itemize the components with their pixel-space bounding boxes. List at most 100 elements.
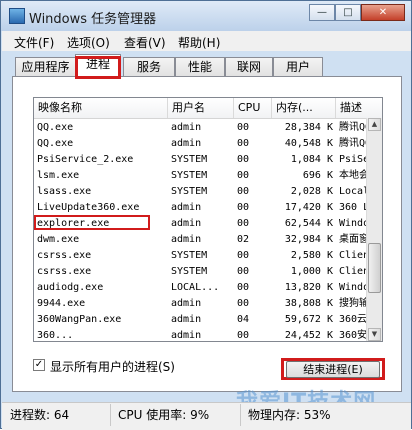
process-user: SYSTEM [171,186,208,197]
process-mem: 40,548 K [284,138,333,149]
status-divider [240,404,241,426]
tab-services[interactable]: 服务 [123,57,175,76]
list-header: 映像名称 用户名 CPU 内存(... 描述 [34,98,382,119]
process-user: admin [171,218,202,229]
process-desc: Windo [339,282,368,293]
status-physical-memory: 物理内存: 53% [248,408,331,422]
task-manager-icon [9,8,25,24]
process-cpu: 00 [237,330,250,341]
tab-networking[interactable]: 联网 [225,57,273,76]
title-bar[interactable]: Windows 任务管理器 — □ ✕ [1,1,411,31]
process-user: admin [171,138,202,149]
process-user: SYSTEM [171,266,208,277]
process-mem: 2,580 K [290,250,333,261]
process-user: admin [171,202,202,213]
process-user: SYSTEM [171,250,208,261]
process-name: PsiService_2.exe [37,154,134,165]
process-name: lsm.exe [37,170,80,181]
process-mem: 32,984 K [284,234,333,245]
process-name: csrss.exe [37,250,92,261]
show-all-users-label[interactable]: 显示所有用户的进程(S) [50,358,175,375]
column-memory[interactable]: 内存(... [272,98,336,118]
process-user: SYSTEM [171,170,208,181]
process-mem: 17,420 K [284,202,333,213]
process-desc: 本地会 [339,170,368,181]
process-row[interactable]: LiveUpdate360.exe admin 00 17,420 K 360 L [34,200,368,216]
process-cpu: 00 [237,282,250,293]
process-user: admin [171,234,202,245]
process-row[interactable]: csrss.exe SYSTEM 00 2,580 K Clien [34,248,368,264]
end-process-button[interactable]: 结束进程(E) [286,361,380,378]
status-bar: 进程数: 64 CPU 使用率: 9% 物理内存: 53% [2,402,411,430]
process-cpu: 00 [237,266,250,277]
menu-bar: 文件(F) 选项(O) 查看(V) 帮助(H) [2,31,411,51]
scroll-up-icon[interactable]: ▲ [368,118,381,131]
menu-help[interactable]: 帮助(H) [178,34,220,51]
minimize-button[interactable]: — [309,4,335,21]
process-cpu: 00 [237,122,250,133]
process-mem: 1,000 K [290,266,333,277]
process-mem: 696 K [302,170,333,181]
process-row[interactable]: 360... admin 00 24,452 K 360安 [34,328,368,341]
status-divider [110,404,111,426]
menu-view[interactable]: 查看(V) [124,34,166,51]
process-name: LiveUpdate360.exe [37,202,140,213]
process-cpu: 02 [237,234,250,245]
process-desc: 360安 [339,330,368,341]
process-row[interactable]: 9944.exe admin 00 38,808 K 搜狗输 [34,296,368,312]
column-description[interactable]: 描述 [336,98,382,118]
maximize-button[interactable]: □ [335,4,361,21]
close-button[interactable]: ✕ [361,4,405,21]
menu-file[interactable]: 文件(F) [14,34,54,51]
process-cpu: 00 [237,138,250,149]
column-cpu[interactable]: CPU [234,98,272,118]
process-name: dwm.exe [37,234,80,245]
window-title: Windows 任务管理器 [29,12,157,27]
process-row[interactable]: csrss.exe SYSTEM 00 1,000 K Clien [34,264,368,280]
process-cpu: 00 [237,186,250,197]
process-desc: 360云 [339,314,368,325]
tab-performance[interactable]: 性能 [175,57,225,76]
process-user: admin [171,298,202,309]
process-cpu: 00 [237,154,250,165]
process-row[interactable]: QQ.exe admin 00 28,384 K 腾讯QQ [34,120,368,136]
column-image-name[interactable]: 映像名称 [34,98,168,118]
process-user: admin [171,122,202,133]
process-name: QQ.exe [37,138,74,149]
process-cpu: 00 [237,170,250,181]
process-cpu: 00 [237,298,250,309]
menu-options[interactable]: 选项(O) [67,34,110,51]
process-row[interactable]: lsm.exe SYSTEM 00 696 K 本地会 [34,168,368,184]
column-user-name[interactable]: 用户名 [168,98,234,118]
process-desc: 桌面窗 [339,234,368,245]
process-row[interactable]: audiodg.exe LOCAL... 00 13,820 K Windo [34,280,368,296]
tab-applications[interactable]: 应用程序 [15,57,76,76]
process-desc: PsiSe [339,154,368,165]
status-process-count: 进程数: 64 [10,408,70,422]
process-row[interactable]: QQ.exe admin 00 40,548 K 腾讯QQ [34,136,368,152]
process-desc: Windo [339,218,368,229]
status-cpu-usage: CPU 使用率: 9% [118,408,210,422]
process-cpu: 00 [237,218,250,229]
process-mem: 28,384 K [284,122,333,133]
scroll-thumb[interactable] [368,243,381,293]
process-row[interactable]: dwm.exe admin 02 32,984 K 桌面窗 [34,232,368,248]
process-user: admin [171,330,202,341]
scroll-down-icon[interactable]: ▼ [368,328,381,341]
processes-tab-highlight [75,56,121,79]
process-cpu: 04 [237,314,250,325]
show-all-users-checkbox[interactable]: ✓ [33,359,45,371]
process-name: QQ.exe [37,122,74,133]
task-manager-window: Windows 任务管理器 — □ ✕ 文件(F) 选项(O) 查看(V) 帮助… [0,0,412,430]
process-desc: 腾讯QQ [339,138,368,149]
process-row[interactable]: PsiService_2.exe SYSTEM 00 1,084 K PsiSe [34,152,368,168]
process-user: LOCAL... [171,282,220,293]
list-scrollbar[interactable]: ▲ ▼ [366,118,382,341]
process-desc: 搜狗输 [339,298,368,309]
tab-users[interactable]: 用户 [273,57,323,76]
process-row[interactable]: lsass.exe SYSTEM 00 2,028 K Local [34,184,368,200]
process-row[interactable]: 360WangPan.exe admin 04 59,672 K 360云 [34,312,367,328]
process-name: lsass.exe [37,186,92,197]
process-name: 360... [37,330,74,341]
process-name: 360WangPan.exe [37,314,122,325]
